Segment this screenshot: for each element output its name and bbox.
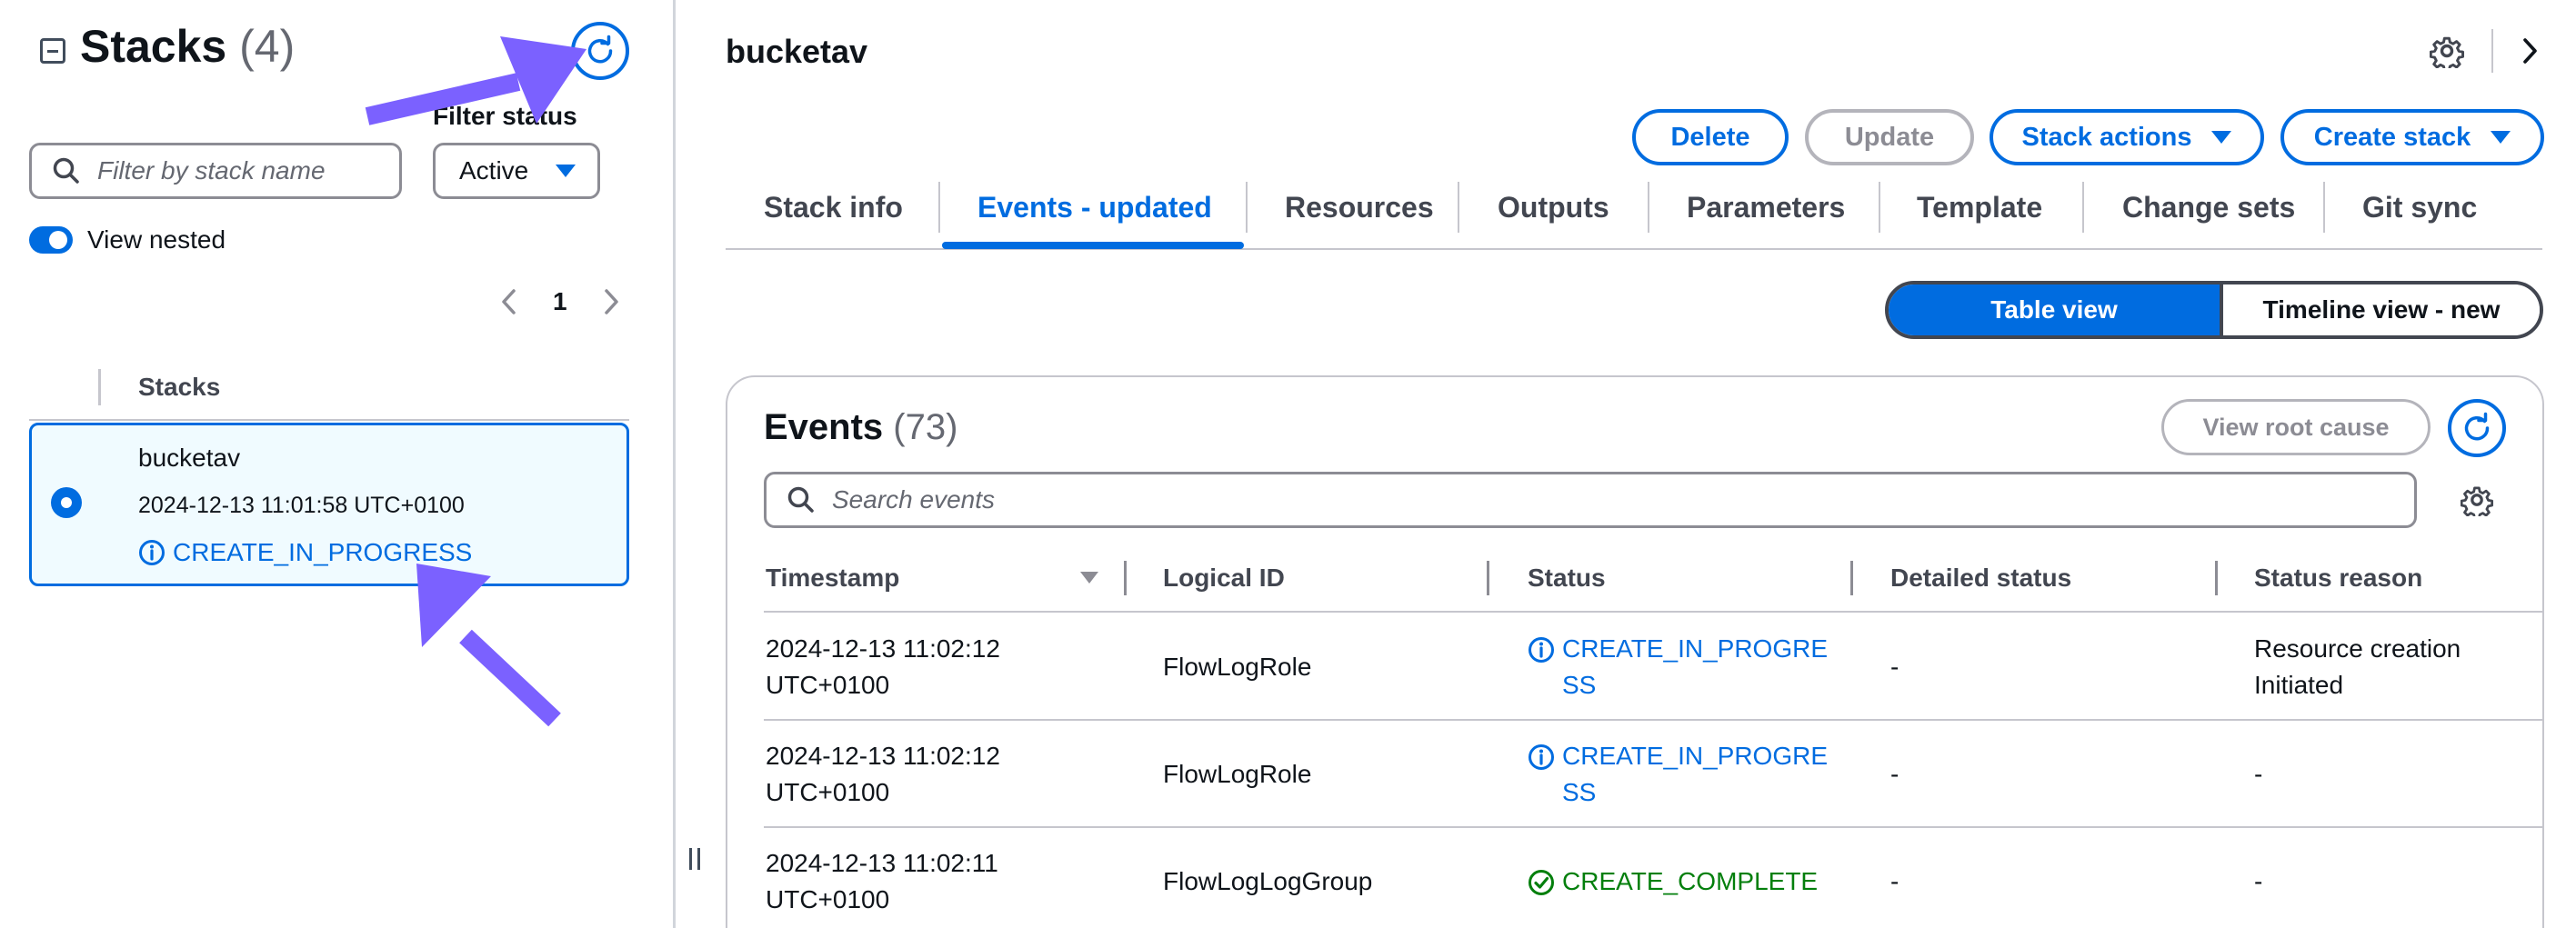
- annotation-arrow-refresh: [365, 36, 586, 125]
- annotation-arrow-status: [416, 564, 561, 727]
- cloudformation-console: Stacks (4) Filter status Filter by stack…: [0, 0, 2576, 928]
- annotation-overlay: [365, 36, 586, 727]
